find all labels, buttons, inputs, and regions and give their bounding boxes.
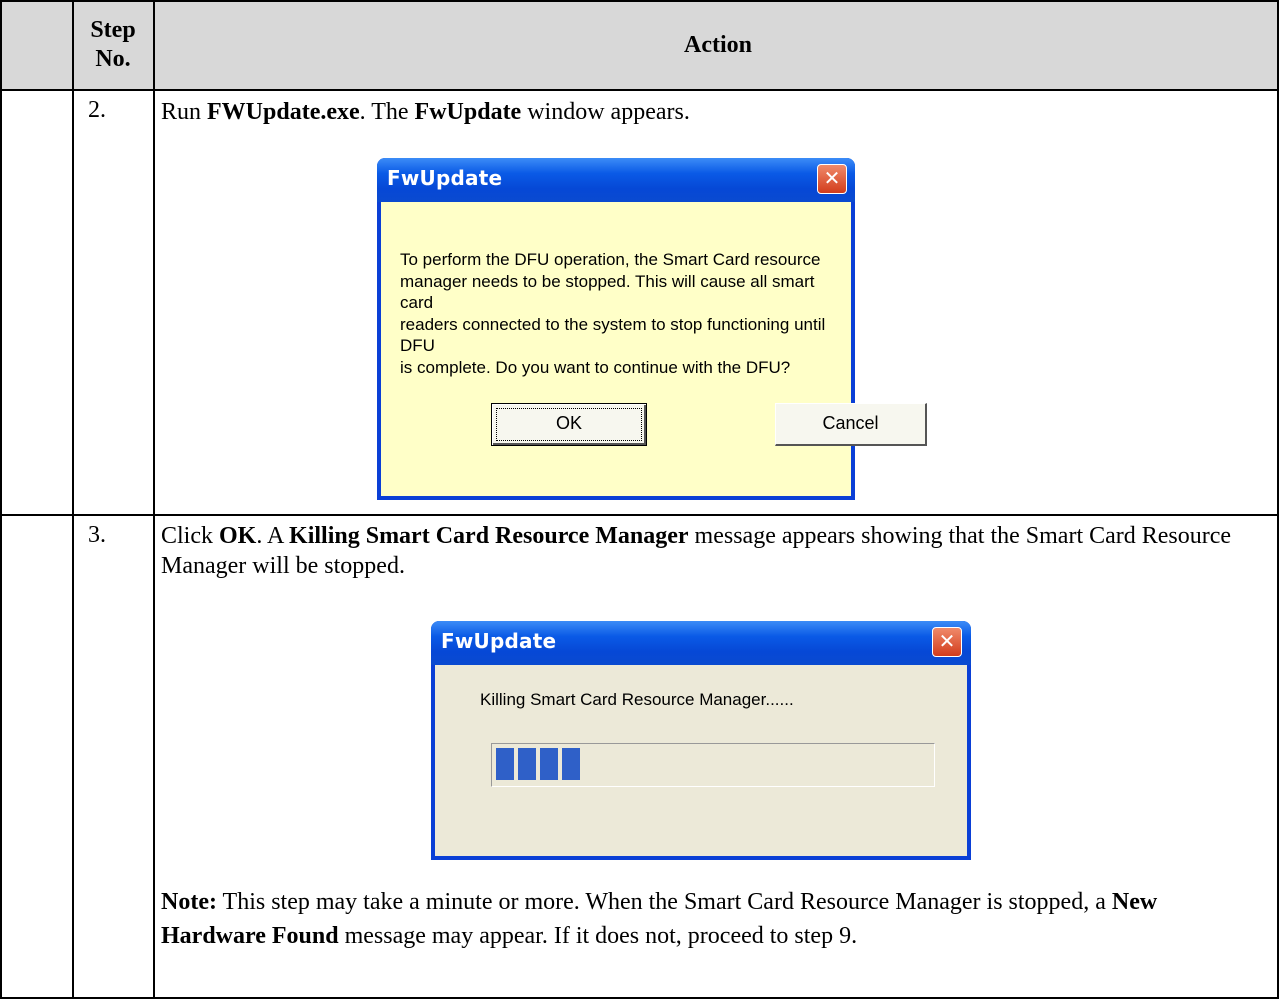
dialog-title: FwUpdate	[387, 166, 503, 190]
step-3-note: Note: This step may take a minute or mor…	[161, 889, 1158, 949]
dialog-title: FwUpdate	[441, 629, 557, 653]
step-number-3: 3.	[88, 522, 106, 548]
step-2-text: Run FWUpdate.exe. The FwUpdate window ap…	[161, 99, 690, 125]
dialog-message: Killing Smart Card Resource Manager.....…	[480, 690, 794, 709]
progress-chunk	[496, 748, 514, 780]
row-divider	[0, 514, 1279, 516]
table-border-left	[0, 0, 2, 999]
progress-chunk	[518, 748, 536, 780]
dialog-titlebar: FwUpdate ✕	[431, 621, 971, 665]
procedure-table: Step No. Action 2. Run FWUpdate.exe. The…	[0, 0, 1279, 999]
progress-bar	[491, 743, 935, 787]
step-number-2: 2.	[88, 97, 106, 123]
progress-chunk	[540, 748, 558, 780]
header-divider	[0, 89, 1279, 91]
progress-chunk	[562, 748, 580, 780]
header-action: Action	[684, 32, 752, 58]
ok-button[interactable]: OK	[491, 403, 647, 446]
step-3-text: Click OK. A Killing Smart Card Resource …	[161, 523, 1232, 579]
fwupdate-confirm-dialog: FwUpdate ✕ To perform the DFU operation,…	[377, 158, 927, 500]
dialog-body: Killing Smart Card Resource Manager.....…	[435, 665, 967, 856]
fwupdate-progress-dialog: FwUpdate ✕ Killing Smart Card Resource M…	[431, 621, 971, 860]
focus-ring	[496, 408, 642, 441]
header-step-no: Step No.	[90, 17, 136, 72]
close-icon[interactable]: ✕	[932, 627, 962, 657]
dialog-body: To perform the DFU operation, the Smart …	[381, 202, 927, 496]
column-divider-1	[72, 0, 74, 999]
cancel-button[interactable]: Cancel	[775, 403, 927, 446]
column-divider-2	[153, 0, 155, 999]
table-border-top	[0, 0, 1279, 2]
dialog-message: To perform the DFU operation, the Smart …	[400, 250, 826, 377]
close-icon[interactable]: ✕	[817, 164, 847, 194]
dialog-titlebar: FwUpdate ✕	[377, 158, 855, 202]
